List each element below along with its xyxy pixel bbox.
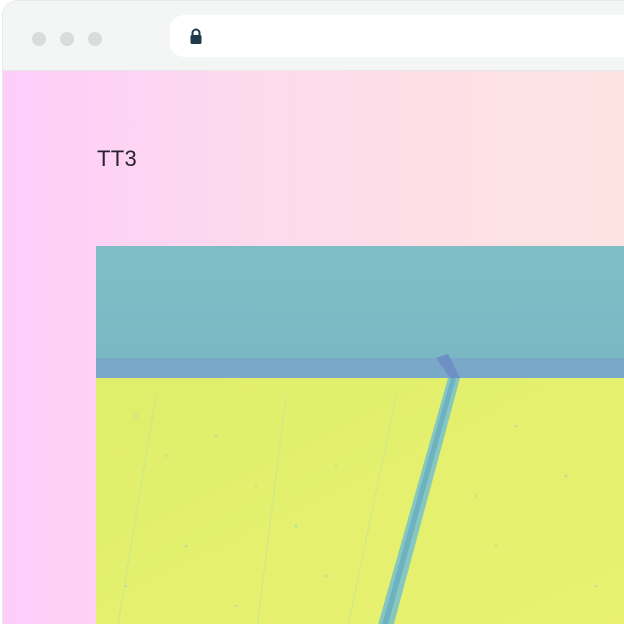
- address-bar[interactable]: [170, 15, 624, 57]
- window-maximize-button[interactable]: [88, 32, 102, 46]
- hero-image: [96, 246, 624, 624]
- browser-toolbar: [3, 1, 624, 71]
- browser-window: TT3: [2, 0, 624, 624]
- lock-icon: [189, 28, 203, 45]
- page-viewport: TT3: [3, 71, 624, 624]
- window-minimize-button[interactable]: [60, 32, 74, 46]
- window-close-button[interactable]: [32, 32, 46, 46]
- site-title[interactable]: TT3: [97, 146, 137, 172]
